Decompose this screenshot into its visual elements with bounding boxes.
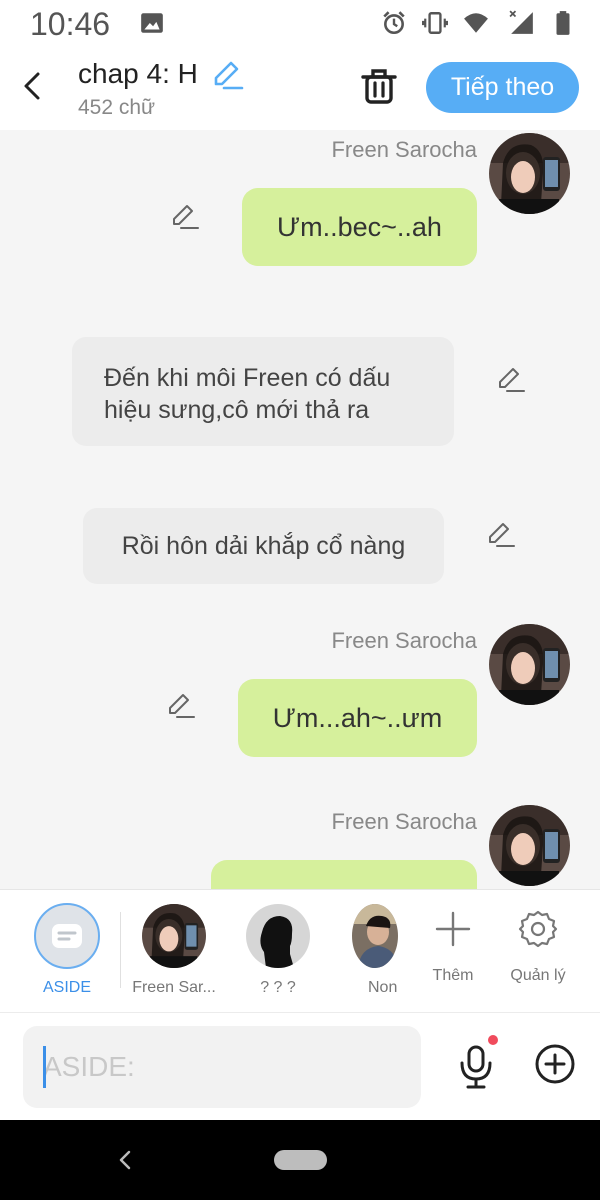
character-bar: ASIDE Freen Sar... ? ? ? Non Thêm Quản l… (0, 889, 600, 1012)
character-bubble[interactable] (211, 860, 477, 890)
input-bar (0, 1012, 600, 1120)
mic-icon[interactable] (456, 1041, 498, 1091)
aside-icon (52, 924, 82, 948)
edit-message-icon[interactable] (496, 365, 526, 395)
speaker-name: Freen Sarocha (331, 137, 477, 162)
chapter-title[interactable]: chap 4: H (78, 58, 198, 90)
message-text: Rồi hôn dải khắp cổ nàng (121, 532, 406, 560)
mic-badge (488, 1035, 498, 1045)
trash-icon[interactable] (360, 66, 398, 106)
edit-message-icon[interactable] (166, 691, 196, 721)
aside-bubble[interactable]: Đến khi môi Freen có dấu hiệu sưng,cô mớ… (72, 337, 454, 446)
avatar-image (352, 904, 398, 968)
silhouette-icon (260, 916, 294, 968)
next-button[interactable]: Tiếp theo (426, 62, 579, 113)
message-text-line1: Đến khi môi Freen có dấu (104, 364, 391, 392)
speaker-name: Freen Sarocha (331, 628, 477, 653)
status-time: 10:46 (30, 6, 111, 42)
avatar-image (489, 133, 570, 214)
image-icon (141, 13, 163, 33)
vibrate-icon (422, 12, 448, 34)
character-unknown[interactable] (246, 904, 310, 968)
avatar-image (489, 805, 570, 886)
nav-back-icon[interactable] (114, 1149, 136, 1171)
edit-message-icon[interactable] (170, 202, 200, 232)
chat-area[interactable]: Freen Sarocha Ưm..bec~..ah Đến khi môi F… (0, 130, 600, 890)
alarm-icon (383, 11, 405, 35)
message-text: Ưm..bec~..ah (277, 211, 442, 242)
divider (120, 912, 121, 988)
text-caret (43, 1046, 46, 1088)
char-label-non: Non (368, 979, 398, 996)
character-bubble[interactable]: Ưm...ah~..ưm (238, 679, 477, 757)
word-count: 452 chữ (78, 96, 156, 119)
speaker-name: Freen Sarocha (331, 809, 477, 834)
aside-selector[interactable] (34, 903, 100, 969)
avatar-image (489, 624, 570, 705)
status-bar: 10:46 (0, 0, 600, 48)
char-label-aside: ASIDE (42, 979, 91, 996)
gear-icon[interactable] (518, 909, 558, 949)
avatar-freen[interactable] (489, 805, 570, 886)
nav-home-pill[interactable] (274, 1150, 327, 1170)
avatar-freen[interactable] (489, 133, 570, 214)
message-text: Ưm...ah~..ưm (272, 702, 443, 733)
aside-bubble[interactable]: Rồi hôn dải khắp cổ nàng (83, 508, 444, 584)
char-label-add[interactable]: Thêm (418, 967, 488, 985)
message-text-line2: hiệu sưng,cô mới thả ra (104, 396, 370, 424)
avatar-freen[interactable] (489, 624, 570, 705)
char-label-unknown: ? ? ? (260, 979, 296, 996)
add-circle-icon[interactable] (534, 1043, 576, 1085)
wifi-icon (464, 13, 488, 33)
character-freen[interactable] (142, 904, 206, 968)
char-label-freen: Freen Sar... (132, 979, 216, 996)
editor-header: chap 4: H 452 chữ Tiếp theo (0, 48, 600, 130)
char-label-manage[interactable]: Quản lý (502, 967, 574, 985)
back-button[interactable] (14, 66, 50, 106)
signal-icon (509, 10, 533, 34)
edit-title-icon[interactable] (210, 58, 244, 92)
add-character-icon[interactable] (434, 910, 472, 948)
system-nav-bar (0, 1120, 600, 1200)
message-input[interactable] (23, 1026, 421, 1108)
avatar-image (142, 904, 206, 968)
character-non[interactable] (352, 904, 398, 968)
edit-message-icon[interactable] (486, 520, 516, 550)
character-bubble[interactable]: Ưm..bec~..ah (242, 188, 477, 266)
battery-icon (556, 11, 570, 35)
